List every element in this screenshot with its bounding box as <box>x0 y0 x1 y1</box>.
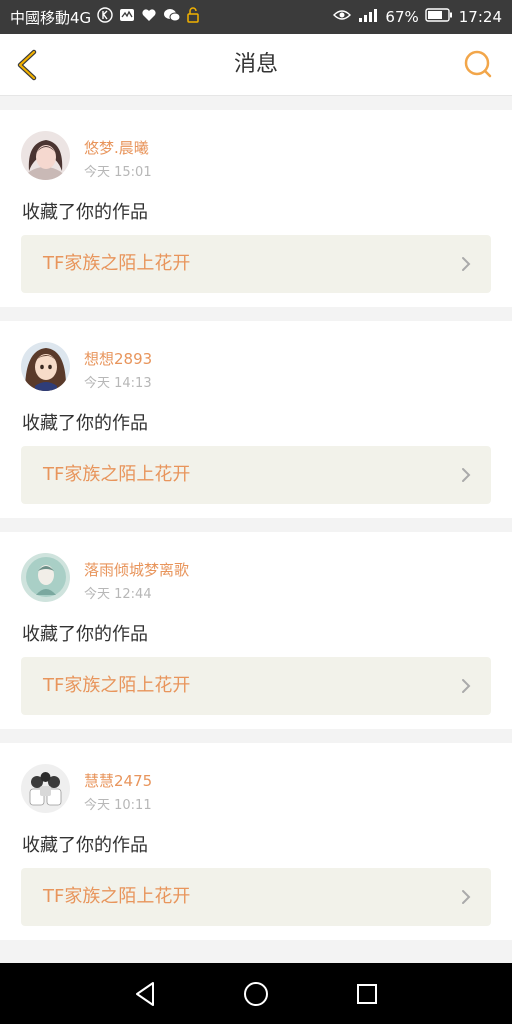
k-icon <box>97 7 113 27</box>
wechat-icon <box>163 8 181 26</box>
message-card: 想想2893 今天 14:13 收藏了你的作品 TF家族之陌上花开 <box>0 321 512 518</box>
username[interactable]: 慧慧2475 <box>84 770 152 791</box>
app-header: 消息 <box>0 34 512 96</box>
carrier-label: 中國移動4G <box>10 8 92 27</box>
message-card: 悠梦.晨曦 今天 15:01 收藏了你的作品 TF家族之陌上花开 <box>0 110 512 307</box>
heart-icon <box>141 8 157 26</box>
status-bar-left: 中國移動4G <box>10 7 199 28</box>
chevron-left-icon <box>17 49 37 81</box>
action-text: 收藏了你的作品 <box>22 202 148 223</box>
battery-icon <box>425 8 453 26</box>
work-link[interactable]: TF家族之陌上花开 <box>21 657 491 715</box>
chevron-right-icon <box>462 679 471 693</box>
chevron-right-icon <box>462 890 471 904</box>
timestamp: 今天 10:11 <box>84 798 152 813</box>
status-bar: 中國移動4G 67% 17:24 <box>0 0 512 34</box>
message-list: 悠梦.晨曦 今天 15:01 收藏了你的作品 TF家族之陌上花开 想想2893 … <box>0 110 512 954</box>
work-link[interactable]: TF家族之陌上花开 <box>21 446 491 504</box>
message-card: 落雨倾城梦离歌 今天 12:44 收藏了你的作品 TF家族之陌上花开 <box>0 532 512 729</box>
work-title: TF家族之陌上花开 <box>43 253 191 274</box>
action-text: 收藏了你的作品 <box>22 624 148 645</box>
username[interactable]: 悠梦.晨曦 <box>84 137 149 158</box>
battery-percent: 67% <box>385 8 419 26</box>
unlock-icon <box>187 7 199 27</box>
work-title: TF家族之陌上花开 <box>43 886 191 907</box>
nav-back-button[interactable] <box>125 974 165 1014</box>
chevron-right-icon <box>462 468 471 482</box>
nav-home-button[interactable] <box>236 974 276 1014</box>
action-text: 收藏了你的作品 <box>22 835 148 856</box>
signal-icon <box>357 8 379 26</box>
action-text: 收藏了你的作品 <box>22 413 148 434</box>
page-title: 消息 <box>233 52 278 77</box>
timestamp: 今天 12:44 <box>84 587 152 602</box>
search-icon <box>464 50 492 78</box>
system-nav-bar <box>0 963 512 1024</box>
work-link[interactable]: TF家族之陌上花开 <box>21 235 491 293</box>
status-bar-right: 67% 17:24 <box>333 8 502 26</box>
timestamp: 今天 15:01 <box>84 165 152 180</box>
nav-recents-button[interactable] <box>347 974 387 1014</box>
username[interactable]: 落雨倾城梦离歌 <box>84 559 189 580</box>
recents-square-icon <box>356 983 377 1004</box>
avatar[interactable] <box>21 131 70 180</box>
eye-icon <box>333 9 352 25</box>
search-button[interactable] <box>462 48 494 80</box>
work-title: TF家族之陌上花开 <box>43 675 191 696</box>
work-link[interactable]: TF家族之陌上花开 <box>21 868 491 926</box>
clock: 17:24 <box>458 8 502 26</box>
avatar[interactable] <box>21 553 70 602</box>
avatar[interactable] <box>21 764 70 813</box>
activity-icon <box>119 8 135 26</box>
timestamp: 今天 14:13 <box>84 376 152 391</box>
back-button[interactable] <box>12 48 46 82</box>
message-card: 慧慧2475 今天 10:11 收藏了你的作品 TF家族之陌上花开 <box>0 743 512 940</box>
chevron-right-icon <box>462 257 471 271</box>
work-title: TF家族之陌上花开 <box>43 464 191 485</box>
avatar[interactable] <box>21 342 70 391</box>
back-triangle-icon <box>136 981 155 1006</box>
home-circle-icon <box>243 981 268 1006</box>
username[interactable]: 想想2893 <box>84 348 152 369</box>
